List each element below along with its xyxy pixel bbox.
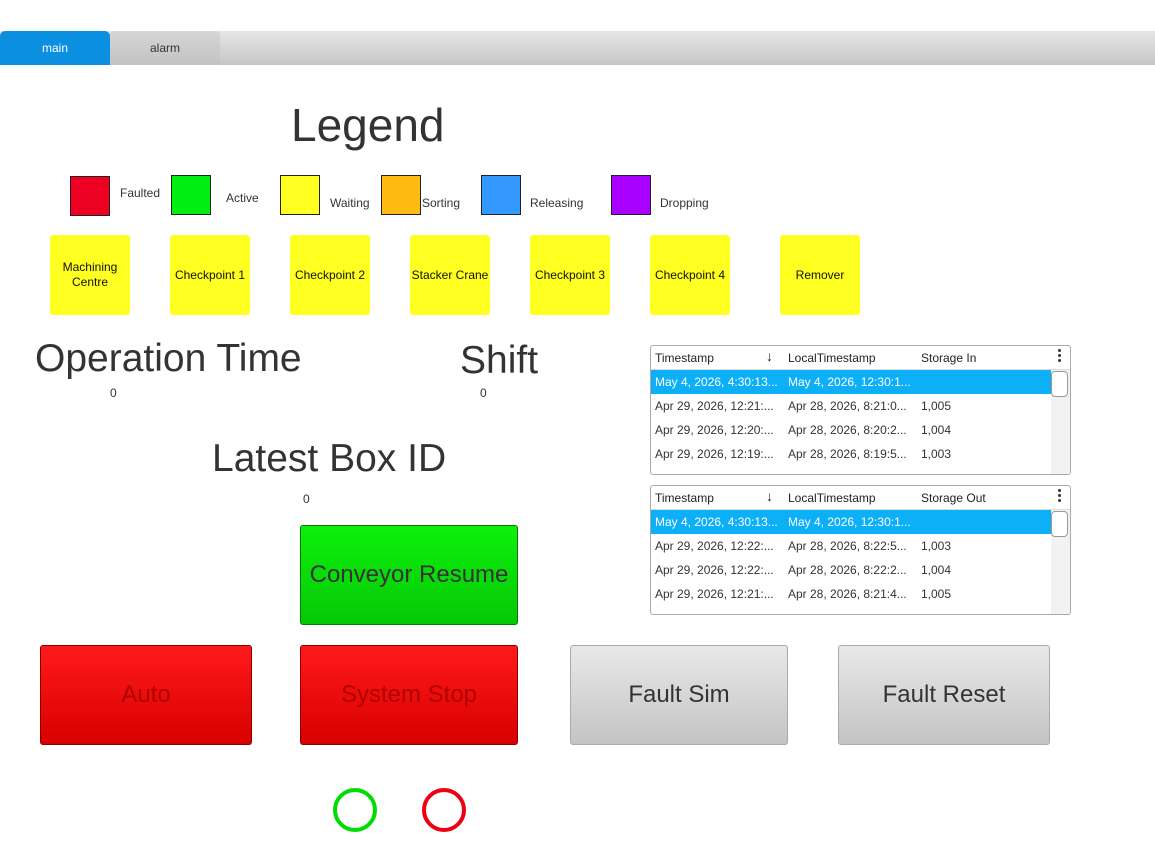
table-row[interactable]: May 4, 2026, 4:30:13... May 4, 2026, 12:… [651, 370, 1051, 394]
red-indicator-icon [422, 788, 466, 832]
header-storage-out[interactable]: Storage Out [921, 491, 986, 505]
latest-box-value: 0 [303, 492, 310, 506]
table-row[interactable]: Apr 29, 2026, 12:22:... Apr 28, 2026, 8:… [651, 558, 1051, 582]
cell-storage-out: 1,004 [921, 563, 952, 577]
header-timestamp[interactable]: Timestamp [655, 351, 714, 365]
legend-label-dropping: Dropping [660, 196, 709, 210]
legend-swatch-sorting [381, 175, 421, 215]
header-storage-in[interactable]: Storage In [921, 351, 976, 365]
green-indicator-icon [333, 788, 377, 832]
cell-local-timestamp: Apr 28, 2026, 8:19:5... [788, 447, 907, 461]
cell-storage-in: 1,005 [921, 399, 952, 413]
cell-local-timestamp: Apr 28, 2026, 8:21:0... [788, 399, 907, 413]
cell-timestamp: Apr 29, 2026, 12:21:... [655, 587, 774, 601]
station-label: Remover [795, 267, 845, 282]
table-row[interactable]: Apr 29, 2026, 12:22:... Apr 28, 2026, 8:… [651, 534, 1051, 558]
cell-timestamp: May 4, 2026, 4:30:13... [655, 375, 778, 389]
legend-label-releasing: Releasing [530, 196, 584, 210]
legend-swatch-waiting [280, 175, 320, 215]
storage-in-table[interactable]: Timestamp ↓ LocalTimestamp Storage In Ma… [650, 345, 1071, 475]
header-local-timestamp[interactable]: LocalTimestamp [788, 351, 876, 365]
shift-value: 0 [480, 386, 487, 400]
table-header: Timestamp ↓ LocalTimestamp Storage In [651, 346, 1070, 370]
legend-label-faulted: Faulted [120, 186, 161, 200]
fault-sim-button[interactable]: Fault Sim [570, 645, 788, 745]
station-label: Stacker Crane [411, 267, 489, 282]
station-label: Checkpoint 4 [654, 267, 726, 282]
legend-label-sorting: Sorting [422, 196, 461, 210]
station-remover[interactable]: Remover [780, 235, 860, 315]
station-label: Checkpoint 1 [174, 267, 246, 282]
header-local-timestamp[interactable]: LocalTimestamp [788, 491, 876, 505]
tab-alarm[interactable]: alarm [110, 31, 220, 65]
station-machining-centre[interactable]: Machining Centre [50, 235, 130, 315]
legend-swatch-faulted [70, 176, 110, 216]
cell-local-timestamp: Apr 28, 2026, 8:22:2... [788, 563, 907, 577]
more-options-icon[interactable] [1058, 349, 1062, 364]
cell-local-timestamp: Apr 28, 2026, 8:20:2... [788, 423, 907, 437]
table-row[interactable]: Apr 29, 2026, 12:21:... Apr 28, 2026, 8:… [651, 582, 1051, 606]
conveyor-resume-button[interactable]: Conveyor Resume [300, 525, 518, 625]
latest-box-title: Latest Box ID [212, 437, 447, 480]
more-options-icon[interactable] [1058, 489, 1062, 504]
cell-timestamp: Apr 29, 2026, 12:22:... [655, 539, 774, 553]
cell-timestamp: Apr 29, 2026, 12:19:... [655, 447, 774, 461]
cell-timestamp: May 4, 2026, 4:30:13... [655, 515, 778, 529]
cell-storage-out: 1,005 [921, 587, 952, 601]
cell-local-timestamp: Apr 28, 2026, 8:21:4... [788, 587, 907, 601]
table-row[interactable]: Apr 29, 2026, 12:19:... Apr 28, 2026, 8:… [651, 442, 1051, 466]
cell-timestamp: Apr 29, 2026, 12:21:... [655, 399, 774, 413]
auto-button[interactable]: Auto [40, 645, 252, 745]
cell-local-timestamp: May 4, 2026, 12:30:1... [788, 515, 911, 529]
station-label: Machining Centre [62, 260, 118, 289]
cell-timestamp: Apr 29, 2026, 12:20:... [655, 423, 774, 437]
fault-reset-button[interactable]: Fault Reset [838, 645, 1050, 745]
operation-time-title: Operation Time [35, 337, 302, 380]
station-stacker-crane[interactable]: Stacker Crane [410, 235, 490, 315]
table-row[interactable]: May 4, 2026, 4:30:13... May 4, 2026, 12:… [651, 510, 1051, 534]
legend-swatch-active [171, 175, 211, 215]
shift-title: Shift [460, 339, 539, 382]
cell-timestamp: Apr 29, 2026, 12:22:... [655, 563, 774, 577]
station-label: Checkpoint 2 [294, 267, 366, 282]
station-checkpoint-4[interactable]: Checkpoint 4 [650, 235, 730, 315]
station-checkpoint-3[interactable]: Checkpoint 3 [530, 235, 610, 315]
operation-time-value: 0 [110, 386, 117, 400]
table-row[interactable]: Apr 29, 2026, 12:21:... Apr 28, 2026, 8:… [651, 394, 1051, 418]
scrollbar-thumb[interactable] [1051, 371, 1068, 397]
station-label: Checkpoint 3 [534, 267, 606, 282]
sort-down-icon[interactable]: ↓ [766, 348, 773, 364]
tab-main[interactable]: main [0, 31, 110, 65]
storage-out-table[interactable]: Timestamp ↓ LocalTimestamp Storage Out M… [650, 485, 1071, 615]
legend-swatch-releasing [481, 175, 521, 215]
scrollbar-thumb[interactable] [1051, 511, 1068, 537]
system-stop-button[interactable]: System Stop [300, 645, 518, 745]
sort-down-icon[interactable]: ↓ [766, 488, 773, 504]
header-timestamp[interactable]: Timestamp [655, 491, 714, 505]
legend-title: Legend [291, 99, 445, 151]
legend-label-waiting: Waiting [330, 196, 370, 210]
cell-storage-in: 1,004 [921, 423, 952, 437]
table-row[interactable]: Apr 29, 2026, 12:20:... Apr 28, 2026, 8:… [651, 418, 1051, 442]
legend-swatch-dropping [611, 175, 651, 215]
station-checkpoint-1[interactable]: Checkpoint 1 [170, 235, 250, 315]
cell-local-timestamp: Apr 28, 2026, 8:22:5... [788, 539, 907, 553]
table-header: Timestamp ↓ LocalTimestamp Storage Out [651, 486, 1070, 510]
cell-storage-out: 1,003 [921, 539, 952, 553]
tab-bar: main alarm [0, 31, 1155, 65]
legend-label-active: Active [226, 191, 259, 205]
cell-storage-in: 1,003 [921, 447, 952, 461]
cell-local-timestamp: May 4, 2026, 12:30:1... [788, 375, 911, 389]
station-checkpoint-2[interactable]: Checkpoint 2 [290, 235, 370, 315]
